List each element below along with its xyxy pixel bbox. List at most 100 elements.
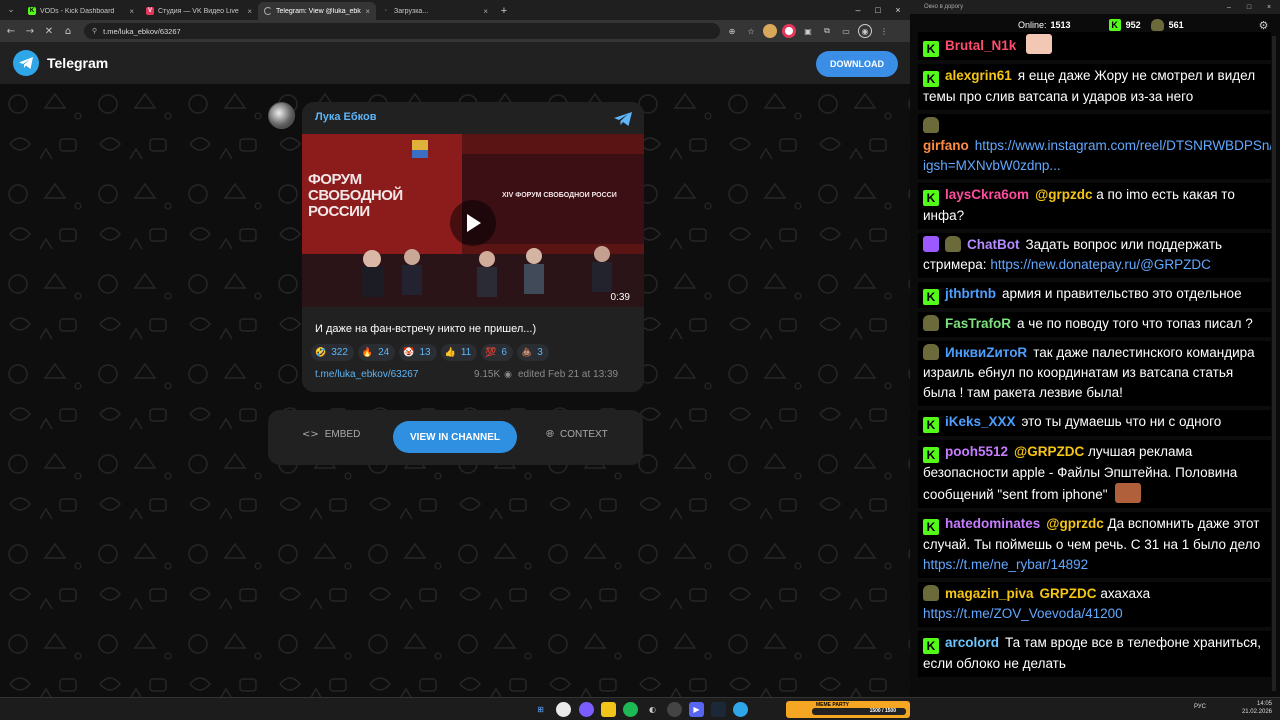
chat-link[interactable]: https://t.me/ne_rybar/14892 (923, 557, 1088, 572)
close-icon[interactable]: × (129, 7, 134, 16)
video-banner-text: ФОРУМ СВОБОДНОЙ РОССИИ (308, 171, 403, 220)
extension-icon[interactable]: ▣ (801, 24, 815, 38)
thumbs-up-icon: 👍 (444, 347, 456, 358)
video-player[interactable]: ФОРУМ СВОБОДНОЙ РОССИИ XIV ФОРУМ СВОБОДН… (302, 134, 644, 307)
tab-search-icon[interactable]: ⌄ (0, 0, 22, 20)
chat-username[interactable]: alexgrin61 (945, 68, 1012, 83)
close-icon[interactable]: × (365, 7, 370, 16)
bookmark-star-icon[interactable]: ☆ (744, 24, 758, 38)
forward-icon[interactable]: → (22, 23, 38, 39)
close-icon[interactable]: × (483, 7, 488, 16)
spotify-icon[interactable] (623, 702, 638, 717)
chat-username[interactable]: Brutal_N1k (945, 38, 1016, 53)
settings-gear-icon[interactable]: ⚙ (1259, 19, 1269, 32)
profile-icon[interactable]: ◉ (858, 24, 872, 38)
chat-scrollbar[interactable] (1272, 36, 1276, 691)
reaction-hundred[interactable]: 💯 6 (481, 344, 513, 361)
sidebar-icon[interactable]: ▭ (839, 24, 853, 38)
chat-username[interactable]: laysCkra6om (945, 187, 1029, 202)
clown-icon: 🤡 (403, 347, 415, 358)
maximize-icon[interactable]: □ (868, 0, 888, 20)
app-icon[interactable] (579, 702, 594, 717)
telegram-plane-icon[interactable] (613, 111, 633, 127)
chrome-icon[interactable] (556, 702, 571, 717)
tab-strip: ⌄ K VODs - Kick Dashboard × V Студия — V… (0, 0, 910, 20)
telegram-icon[interactable] (733, 702, 748, 717)
minimize-icon[interactable]: – (848, 0, 868, 20)
online-label: Online: (1018, 20, 1047, 30)
tab-loading[interactable]: · Загрузка... × (376, 2, 494, 20)
chat-username[interactable]: FasTrafoR (945, 316, 1011, 331)
chat-username[interactable]: magazin_piva (945, 586, 1034, 601)
chat-username[interactable]: arcolord (945, 635, 999, 650)
extension-icon[interactable] (763, 24, 777, 38)
file-explorer-icon[interactable] (601, 702, 616, 717)
obs-icon[interactable] (667, 702, 682, 717)
steam-icon[interactable] (711, 702, 726, 717)
chat-username[interactable]: ИнквиZитоR (945, 345, 1027, 360)
chat-username[interactable]: jthbrtnb (945, 286, 996, 301)
reaction-poop[interactable]: 💩 3 (516, 344, 549, 361)
chat-username[interactable]: girfano (923, 138, 969, 153)
chat-mention: GRPZDC (1039, 586, 1097, 601)
reaction-rofl[interactable]: 🤣 322 (311, 344, 354, 361)
chat-link[interactable]: https://www.instagram.com/reel/DTSNRWBDP… (923, 138, 1271, 173)
reaction-thumbs-up[interactable]: 👍 11 (440, 344, 478, 361)
desktop: ⌄ K VODs - Kick Dashboard × V Студия — V… (0, 0, 1280, 720)
chat-username[interactable]: iKeks_XXX (945, 414, 1016, 429)
home-icon[interactable]: ⌂ (60, 23, 76, 39)
extension-icon[interactable] (782, 24, 796, 38)
back-icon[interactable]: ← (3, 23, 19, 39)
close-window-icon[interactable]: × (1260, 0, 1278, 14)
play-button[interactable] (450, 200, 496, 246)
extensions-puzzle-icon[interactable]: ⧉ (820, 24, 834, 38)
hundred-icon: 💯 (485, 347, 497, 358)
channel-avatar[interactable] (268, 102, 295, 129)
tab-telegram[interactable]: Telegram: View @luka_ebkov × (258, 2, 376, 20)
fire-icon: 🔥 (361, 347, 374, 358)
url-bar[interactable]: ⚲ t.me/luka_ebkov/63267 (84, 23, 720, 39)
zoom-icon[interactable]: ⊕ (725, 24, 739, 38)
site-info-icon[interactable]: ⚲ (92, 27, 97, 35)
sub-badge-icon (923, 117, 939, 133)
chat-window-title: Окно в дорогу (924, 4, 964, 10)
minimize-icon[interactable]: – (1220, 0, 1238, 14)
tab-vk[interactable]: V Студия — VK Видео Live × (140, 2, 258, 20)
start-windows-icon[interactable]: ⊞ (533, 702, 548, 717)
app-icon[interactable]: ◐ (645, 702, 660, 717)
close-window-icon[interactable]: × (888, 0, 908, 20)
chat-message: KiKeks_XXX это ты думаешь что ни с одного (918, 410, 1271, 436)
kick-favicon: K (28, 7, 36, 15)
keyboard-language[interactable]: РУС (1194, 704, 1206, 710)
chat-link[interactable]: https://new.donatepay.ru/@GRPZDC (990, 257, 1211, 272)
chat-link[interactable]: https://t.me/ZOV_Voevoda/41200 (923, 606, 1123, 621)
tab-kick[interactable]: K VODs - Kick Dashboard × (22, 2, 140, 20)
reaction-count: 13 (419, 347, 431, 358)
chat-username[interactable]: pooh5512 (945, 444, 1008, 459)
post-text: И даже на фан-встречу никто не пришел...… (315, 323, 537, 335)
close-icon[interactable]: × (247, 7, 252, 16)
chat-username[interactable]: ChatBot (967, 237, 1020, 252)
context-button[interactable]: 🌐︎ CONTEXT (546, 429, 608, 440)
clock[interactable]: 14:05 21.02.2026 (1240, 700, 1272, 716)
view-in-channel-button[interactable]: VIEW IN CHANNEL (393, 421, 517, 453)
stop-loading-icon[interactable]: ✕ (41, 23, 57, 39)
menu-dots-icon[interactable]: ⋮ (877, 24, 891, 38)
reaction-count: 322 (331, 347, 348, 358)
reaction-clown[interactable]: 🤡 13 (399, 344, 437, 361)
telegram-brand[interactable]: Telegram (47, 55, 108, 71)
post-link[interactable]: t.me/luka_ebkov/63267 (315, 369, 418, 380)
meme-party-widget[interactable]: MEME PARTY 1500 / 1500 (786, 701, 910, 718)
loading-icon: · (385, 8, 387, 14)
post-author[interactable]: Лука Ебков (315, 111, 377, 123)
maximize-icon[interactable]: □ (1240, 0, 1258, 14)
emote-image (1115, 483, 1142, 503)
new-tab-button[interactable]: + (494, 2, 514, 20)
reaction-fire[interactable]: 🔥 24 (357, 344, 396, 361)
embed-button[interactable]: <> EMBED (302, 429, 360, 440)
app-icon[interactable]: ▶ (689, 702, 704, 717)
chat-text: это ты думаешь что ни с одного (1021, 414, 1222, 429)
download-button[interactable]: DOWNLOAD (816, 51, 898, 77)
chat-username[interactable]: hatedominates (945, 516, 1040, 531)
telegram-logo-icon[interactable] (13, 50, 39, 76)
